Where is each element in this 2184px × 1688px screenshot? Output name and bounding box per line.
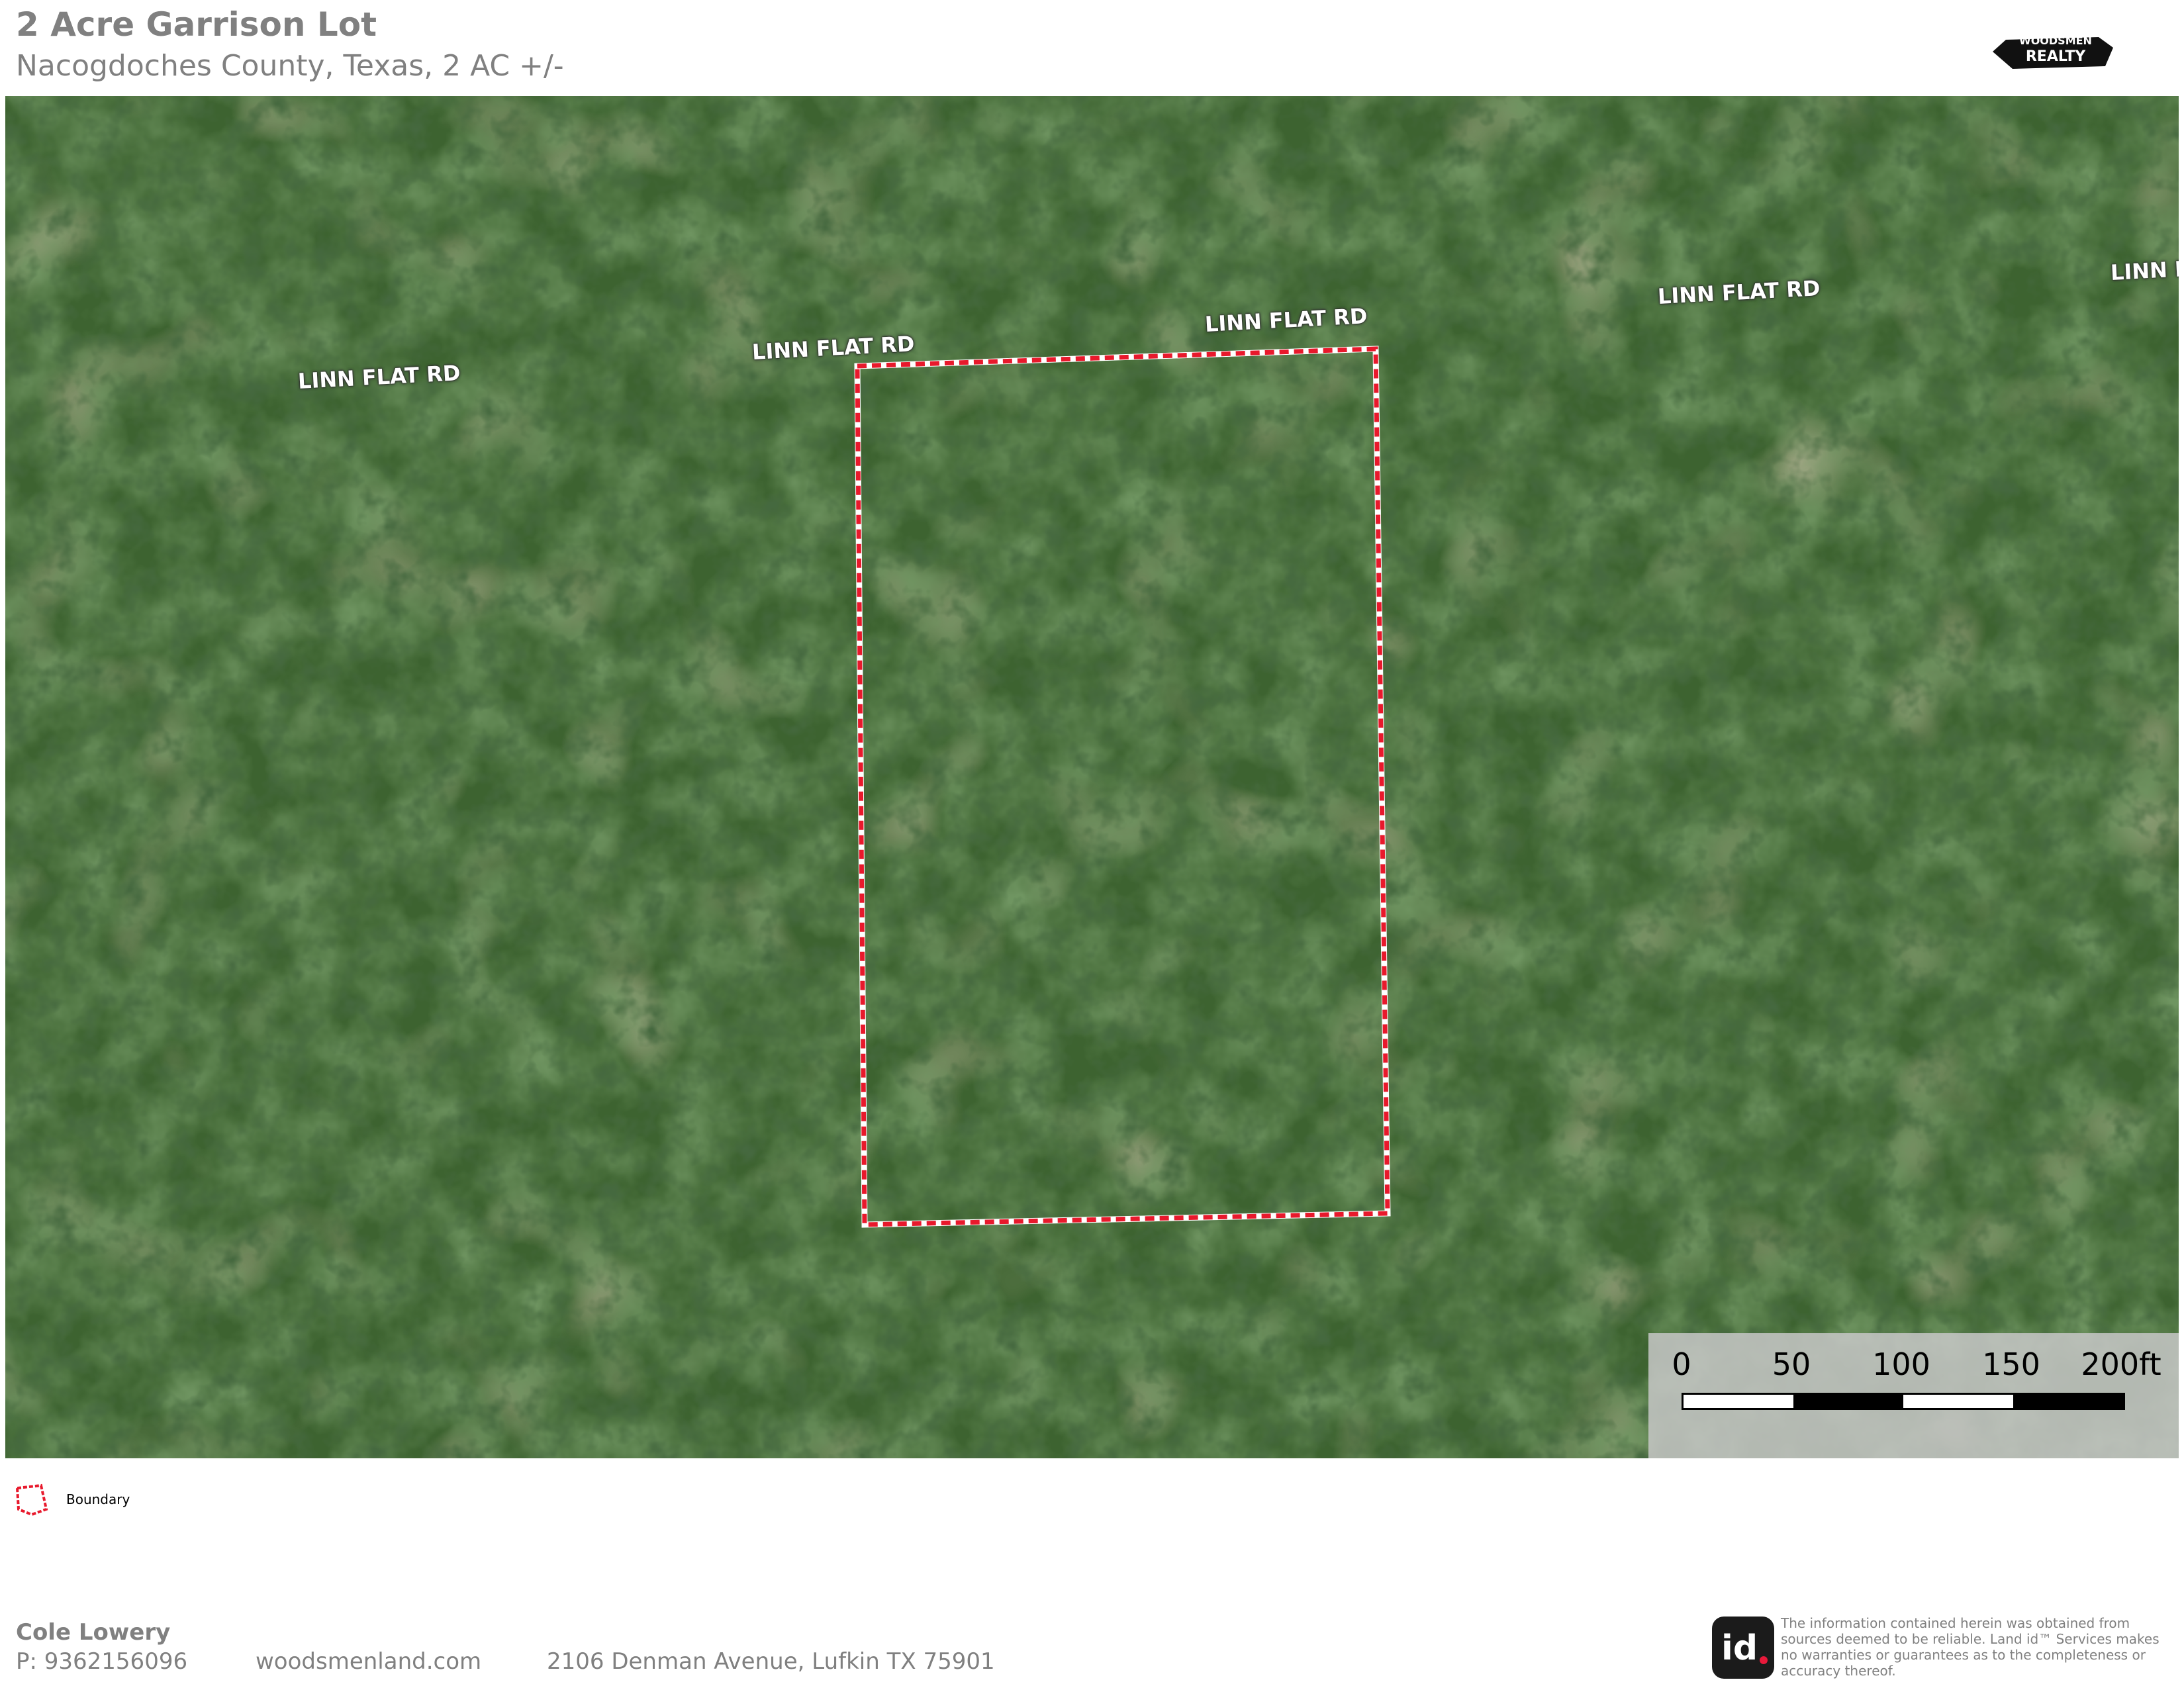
scale-tick-label: 200ft <box>2081 1346 2161 1382</box>
map-subtitle: Nacogdoches County, Texas, 2 AC +/- <box>16 49 564 83</box>
scale-tick-label: 150 <box>1982 1346 2040 1382</box>
satellite-map[interactable]: LINN FLAT RD LINN FLAT RD LINN FLAT RD L… <box>5 96 2179 1458</box>
property-boundary <box>854 346 1391 1228</box>
scale-bar-graphic <box>1682 1393 2125 1410</box>
land-id-logo-text: id <box>1721 1628 1758 1668</box>
scale-tick-label: 0 <box>1672 1346 1691 1382</box>
scale-bar: 0 50 100 150 200ft <box>1648 1333 2179 1458</box>
scale-segment <box>1793 1395 1903 1408</box>
scale-segment <box>1684 1395 1793 1408</box>
land-id-logo: id <box>1712 1617 1774 1679</box>
agent-website[interactable]: woodsmenland.com <box>256 1648 481 1675</box>
scale-tick-label: 100 <box>1872 1346 1930 1382</box>
logo-text: WOODSMEN REALTY <box>2019 33 2092 65</box>
agent-phone: P: 9362156096 <box>16 1648 188 1675</box>
map-title: 2 Acre Garrison Lot <box>16 5 377 44</box>
agent-address: 2106 Denman Avenue, Lufkin TX 75901 <box>547 1648 995 1675</box>
boundary-overlay <box>854 346 1391 1228</box>
scale-tick-label: 50 <box>1772 1346 1811 1382</box>
scale-segment <box>2013 1395 2123 1408</box>
agent-name: Cole Lowery <box>16 1619 171 1646</box>
logo-text-line2: REALTY <box>2025 48 2086 65</box>
boundary-polygon-icon <box>15 1483 48 1517</box>
scale-segment <box>1903 1395 2013 1408</box>
property-boundary-dash <box>855 346 1390 1227</box>
logo-text-line1: WOODSMEN <box>2019 34 2092 47</box>
road-label-linn-flat-rd: LINN F <box>2110 256 2179 285</box>
land-id-logo-dot <box>1760 1656 1768 1664</box>
legend-label-boundary: Boundary <box>66 1491 130 1507</box>
disclaimer: The information contained herein was obt… <box>1781 1615 2160 1679</box>
